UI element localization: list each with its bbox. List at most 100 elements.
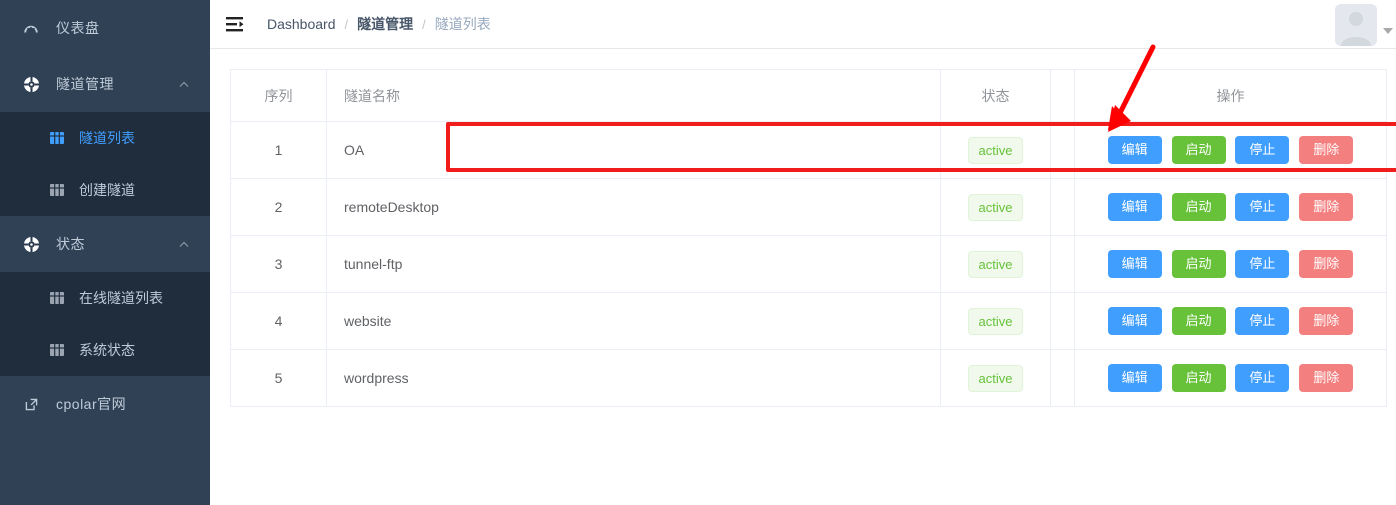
caret-down-icon[interactable] [1383,27,1393,34]
breadcrumb-separator: / [422,16,426,32]
delete-button[interactable]: 删除 [1299,193,1354,221]
column-header-operations: 操作 [1074,69,1387,122]
table-row[interactable]: 5 wordpress active 编辑 启动 停止 删除 [230,349,1387,407]
stop-button[interactable]: 停止 [1235,250,1290,278]
cell-status: active [940,349,1051,407]
start-button[interactable]: 启动 [1171,136,1226,164]
cell-operations: 编辑 启动 停止 删除 [1074,178,1387,236]
sidebar-group-tunnel-management[interactable]: 隧道管理 [0,56,210,112]
sidebar-group-status[interactable]: 状态 [0,216,210,272]
delete-button[interactable]: 删除 [1299,364,1354,392]
main-area: Dashboard / 隧道管理 / 隧道列表 序列 隧道名称 状态 操作 1 … [210,0,1396,505]
column-header-index: 序列 [230,69,327,122]
status-badge: active [967,250,1024,278]
edit-button[interactable]: 编辑 [1107,193,1162,221]
cell-status: active [940,292,1051,350]
table-row[interactable]: 2 remoteDesktop active 编辑 启动 停止 删除 [230,178,1387,236]
menu-fold-icon[interactable] [225,13,247,35]
stop-button[interactable]: 停止 [1235,193,1290,221]
cell-spacer [1050,235,1075,293]
start-button[interactable]: 启动 [1171,307,1226,335]
stop-button[interactable]: 停止 [1235,364,1290,392]
sidebar: 仪表盘 隧道管理 隧道列表 创建隧道 状态 在线隧道列表 系统状态 cpolar… [0,0,210,505]
cell-index: 3 [230,235,327,293]
edit-button[interactable]: 编辑 [1107,307,1162,335]
cell-operations: 编辑 启动 停止 删除 [1074,235,1387,293]
sidebar-item-online-tunnel-list[interactable]: 在线隧道列表 [0,272,210,324]
table-header-row: 序列 隧道名称 状态 操作 [230,69,1387,122]
table-icon [48,129,66,147]
cell-name: remoteDesktop [326,178,941,236]
app-root: 仪表盘 隧道管理 隧道列表 创建隧道 状态 在线隧道列表 系统状态 cpolar… [0,0,1396,505]
table-header: 序列 隧道名称 状态 操作 [230,69,1387,122]
sidebar-item-label: 在线隧道列表 [79,290,163,306]
tunnel-icon [20,73,42,95]
sidebar-item-cpolar-website[interactable]: cpolar官网 [0,376,210,432]
delete-button[interactable]: 删除 [1299,136,1354,164]
edit-button[interactable]: 编辑 [1107,136,1162,164]
stop-button[interactable]: 停止 [1235,136,1290,164]
sidebar-item-label: 系统状态 [79,342,135,358]
chevron-up-icon [178,78,190,90]
edit-button[interactable]: 编辑 [1107,364,1162,392]
status-badge: active [967,193,1024,221]
dashboard-icon [20,17,42,39]
cell-name: OA [326,121,941,179]
sidebar-item-create-tunnel[interactable]: 创建隧道 [0,164,210,216]
column-header-name: 隧道名称 [326,69,941,122]
stop-button[interactable]: 停止 [1235,307,1290,335]
edit-button[interactable]: 编辑 [1107,250,1162,278]
sidebar-item-label: 创建隧道 [79,182,135,198]
delete-button[interactable]: 删除 [1299,250,1354,278]
cell-spacer [1050,178,1075,236]
start-button[interactable]: 启动 [1171,364,1226,392]
breadcrumb-separator: / [344,16,349,32]
sidebar-item-dashboard[interactable]: 仪表盘 [0,0,210,56]
table-row[interactable]: 4 website active 编辑 启动 停止 删除 [230,292,1387,350]
start-button[interactable]: 启动 [1171,193,1226,221]
sidebar-item-system-status[interactable]: 系统状态 [0,324,210,376]
cell-operations: 编辑 启动 停止 删除 [1075,350,1387,407]
column-header-status: 状态 [940,69,1051,122]
cell-index: 2 [230,178,327,236]
sidebar-item-label: 隧道列表 [79,130,135,146]
cell-name: tunnel-ftp [326,235,941,293]
delete-button[interactable]: 删除 [1299,307,1354,335]
table-icon [48,341,66,359]
table-row[interactable]: 1 OA active 编辑 启动 停止 删除 [230,121,1387,179]
cell-spacer [1050,292,1075,350]
chevron-up-icon [178,238,190,250]
content-area: 序列 隧道名称 状态 操作 1 OA active 编辑 启动 停止 删除 2 … [210,49,1396,505]
cell-operations: 编辑 启动 停止 删除 [1074,292,1387,350]
cell-status: active [940,235,1051,293]
status-badge: active [967,136,1024,164]
cell-spacer [1050,349,1075,407]
submenu-status: 在线隧道列表 系统状态 [0,272,210,376]
breadcrumb-item-tunnel-list: 隧道列表 [434,16,491,32]
avatar[interactable] [1335,3,1377,46]
cell-spacer [1050,121,1075,179]
breadcrumb: Dashboard / 隧道管理 / 隧道列表 [267,14,491,34]
external-link-icon [20,393,42,415]
cell-status: active [940,121,1051,179]
cell-index: 4 [230,292,327,350]
sidebar-group-label: 状态 [56,236,85,252]
sidebar-item-label: 仪表盘 [56,20,100,36]
breadcrumb-item-tunnel-management[interactable]: 隧道管理 [357,14,413,34]
table-icon [48,289,66,307]
user-menu[interactable] [1335,0,1393,49]
breadcrumb-item-dashboard[interactable]: Dashboard [267,16,336,32]
cell-index: 5 [230,349,327,407]
sidebar-group-label: 隧道管理 [56,76,114,92]
sidebar-item-label: cpolar官网 [56,396,127,412]
status-badge: active [967,307,1024,335]
status-icon [20,233,42,255]
cell-name: wordpress [326,349,941,407]
table-icon [48,181,66,199]
sidebar-item-tunnel-list[interactable]: 隧道列表 [0,112,210,164]
cell-index: 1 [230,121,327,179]
start-button[interactable]: 启动 [1171,250,1226,278]
cell-name: website [326,292,941,350]
table-row[interactable]: 3 tunnel-ftp active 编辑 启动 停止 删除 [230,235,1387,293]
cell-operations: 编辑 启动 停止 删除 [1074,121,1387,179]
